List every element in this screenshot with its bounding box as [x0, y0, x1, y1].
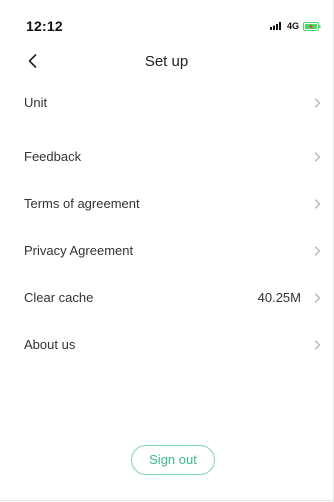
chevron-right-icon: [314, 98, 321, 108]
settings-item-label: Clear cache: [24, 290, 94, 305]
chevron-right-icon: [314, 152, 321, 162]
chevron-right-icon: [314, 340, 321, 350]
signal-icon: [269, 22, 281, 30]
settings-item-about-us[interactable]: About us: [0, 322, 333, 368]
sign-out-button[interactable]: Sign out: [131, 445, 215, 475]
nav-bar: Set up: [0, 44, 333, 80]
settings-item-label: Privacy Agreement: [24, 243, 134, 258]
settings-item-privacy-agreement[interactable]: Privacy Agreement: [0, 228, 333, 274]
status-indicators: 4G: [269, 21, 321, 31]
battery-charging-icon: [303, 21, 321, 31]
settings-item-label: About us: [24, 337, 76, 352]
settings-item-label: Terms of agreement: [24, 196, 140, 211]
page-title: Set up: [144, 53, 189, 70]
status-time: 12:12: [26, 18, 63, 34]
settings-item-label: Unit: [24, 95, 48, 110]
status-bar: 12:12 4G: [0, 0, 333, 40]
chevron-right-icon: [314, 199, 321, 209]
settings-item-clear-cache[interactable]: Clear cache 40.25M: [0, 275, 333, 321]
settings-item-terms-of-agreement[interactable]: Terms of agreement: [0, 181, 333, 227]
chevron-right-icon: [314, 246, 321, 256]
cache-size-value: 40.25M: [257, 290, 301, 305]
settings-item-feedback[interactable]: Feedback: [0, 134, 333, 180]
network-label: 4G: [286, 21, 299, 31]
chevron-right-icon: [314, 293, 321, 303]
settings-item-label: Feedback: [24, 149, 82, 164]
bottom-divider: [0, 500, 333, 501]
settings-item-unit[interactable]: Unit: [0, 80, 333, 126]
settings-screen: 12:12 4G Set up Unit Feedback Terms of a…: [0, 0, 334, 502]
